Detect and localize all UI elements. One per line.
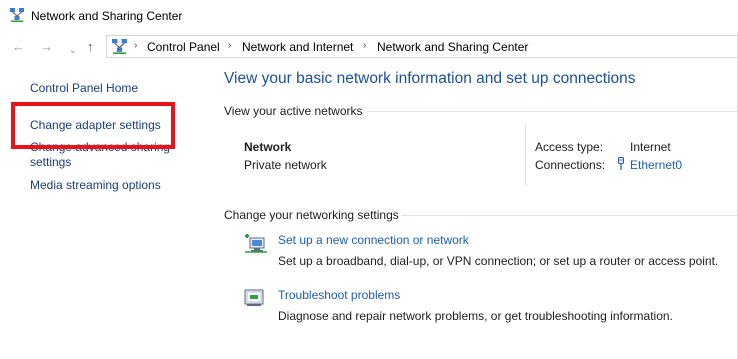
breadcrumb-separator[interactable]: › <box>228 40 231 51</box>
page-title: View your basic network information and … <box>224 70 636 87</box>
section-divider <box>367 111 738 112</box>
ethernet0-link[interactable]: Ethernet0 <box>630 158 682 172</box>
back-button[interactable]: ← <box>12 39 25 55</box>
recent-locations-button[interactable]: ⌄ <box>69 42 77 58</box>
window-title: Network and Sharing Center <box>31 9 183 23</box>
sidebar-link-advanced-sharing-line1[interactable]: Change advanced sharing <box>30 140 170 154</box>
network-divider <box>525 124 526 186</box>
setup-connection-description: Set up a broadband, dial-up, or VPN conn… <box>278 254 719 268</box>
change-settings-heading: Change your networking settings <box>224 208 399 222</box>
network-name: Network <box>244 140 292 154</box>
new-connection-icon <box>244 232 268 257</box>
breadcrumb-separator[interactable]: › <box>363 40 366 51</box>
troubleshoot-icon <box>244 288 266 311</box>
breadcrumb-network-and-sharing-center[interactable]: Network and Sharing Center <box>377 40 528 54</box>
sidebar: Control Panel Home Change adapter settin… <box>0 62 204 359</box>
breadcrumb-separator: › <box>134 40 138 51</box>
forward-button[interactable]: → <box>40 39 53 55</box>
troubleshoot-problems-link[interactable]: Troubleshoot problems <box>278 288 400 302</box>
active-networks-heading: View your active networks <box>224 104 363 118</box>
sidebar-link-change-adapter-settings[interactable]: Change adapter settings <box>30 118 161 132</box>
ethernet-icon <box>616 157 626 174</box>
access-type-value: Internet <box>630 140 671 154</box>
address-bar: ← → ⌄ ↑ › Control Panel › Network and In… <box>0 32 738 62</box>
up-button[interactable]: ↑ <box>87 39 94 55</box>
troubleshoot-description: Diagnose and repair network problems, or… <box>278 309 673 323</box>
setup-connection-link[interactable]: Set up a new connection or network <box>278 233 469 247</box>
sidebar-link-media-streaming-options[interactable]: Media streaming options <box>30 178 161 192</box>
sidebar-link-control-panel-home[interactable]: Control Panel Home <box>30 81 138 95</box>
main-content: View your basic network information and … <box>205 62 738 359</box>
breadcrumb-control-panel[interactable]: Control Panel <box>147 40 220 54</box>
access-type-label: Access type: <box>535 140 604 154</box>
title-bar: Network and Sharing Center <box>0 0 738 32</box>
breadcrumb-network-and-internet[interactable]: Network and Internet <box>242 40 353 54</box>
network-type-link[interactable]: Private network <box>244 158 327 172</box>
address-box[interactable]: › Control Panel › Network and Internet ›… <box>106 35 738 58</box>
sidebar-link-advanced-sharing-line2[interactable]: settings <box>30 155 71 169</box>
network-center-icon <box>10 8 24 25</box>
section-divider <box>402 215 738 216</box>
control-panel-icon <box>112 39 127 57</box>
connections-label: Connections: <box>535 158 606 172</box>
